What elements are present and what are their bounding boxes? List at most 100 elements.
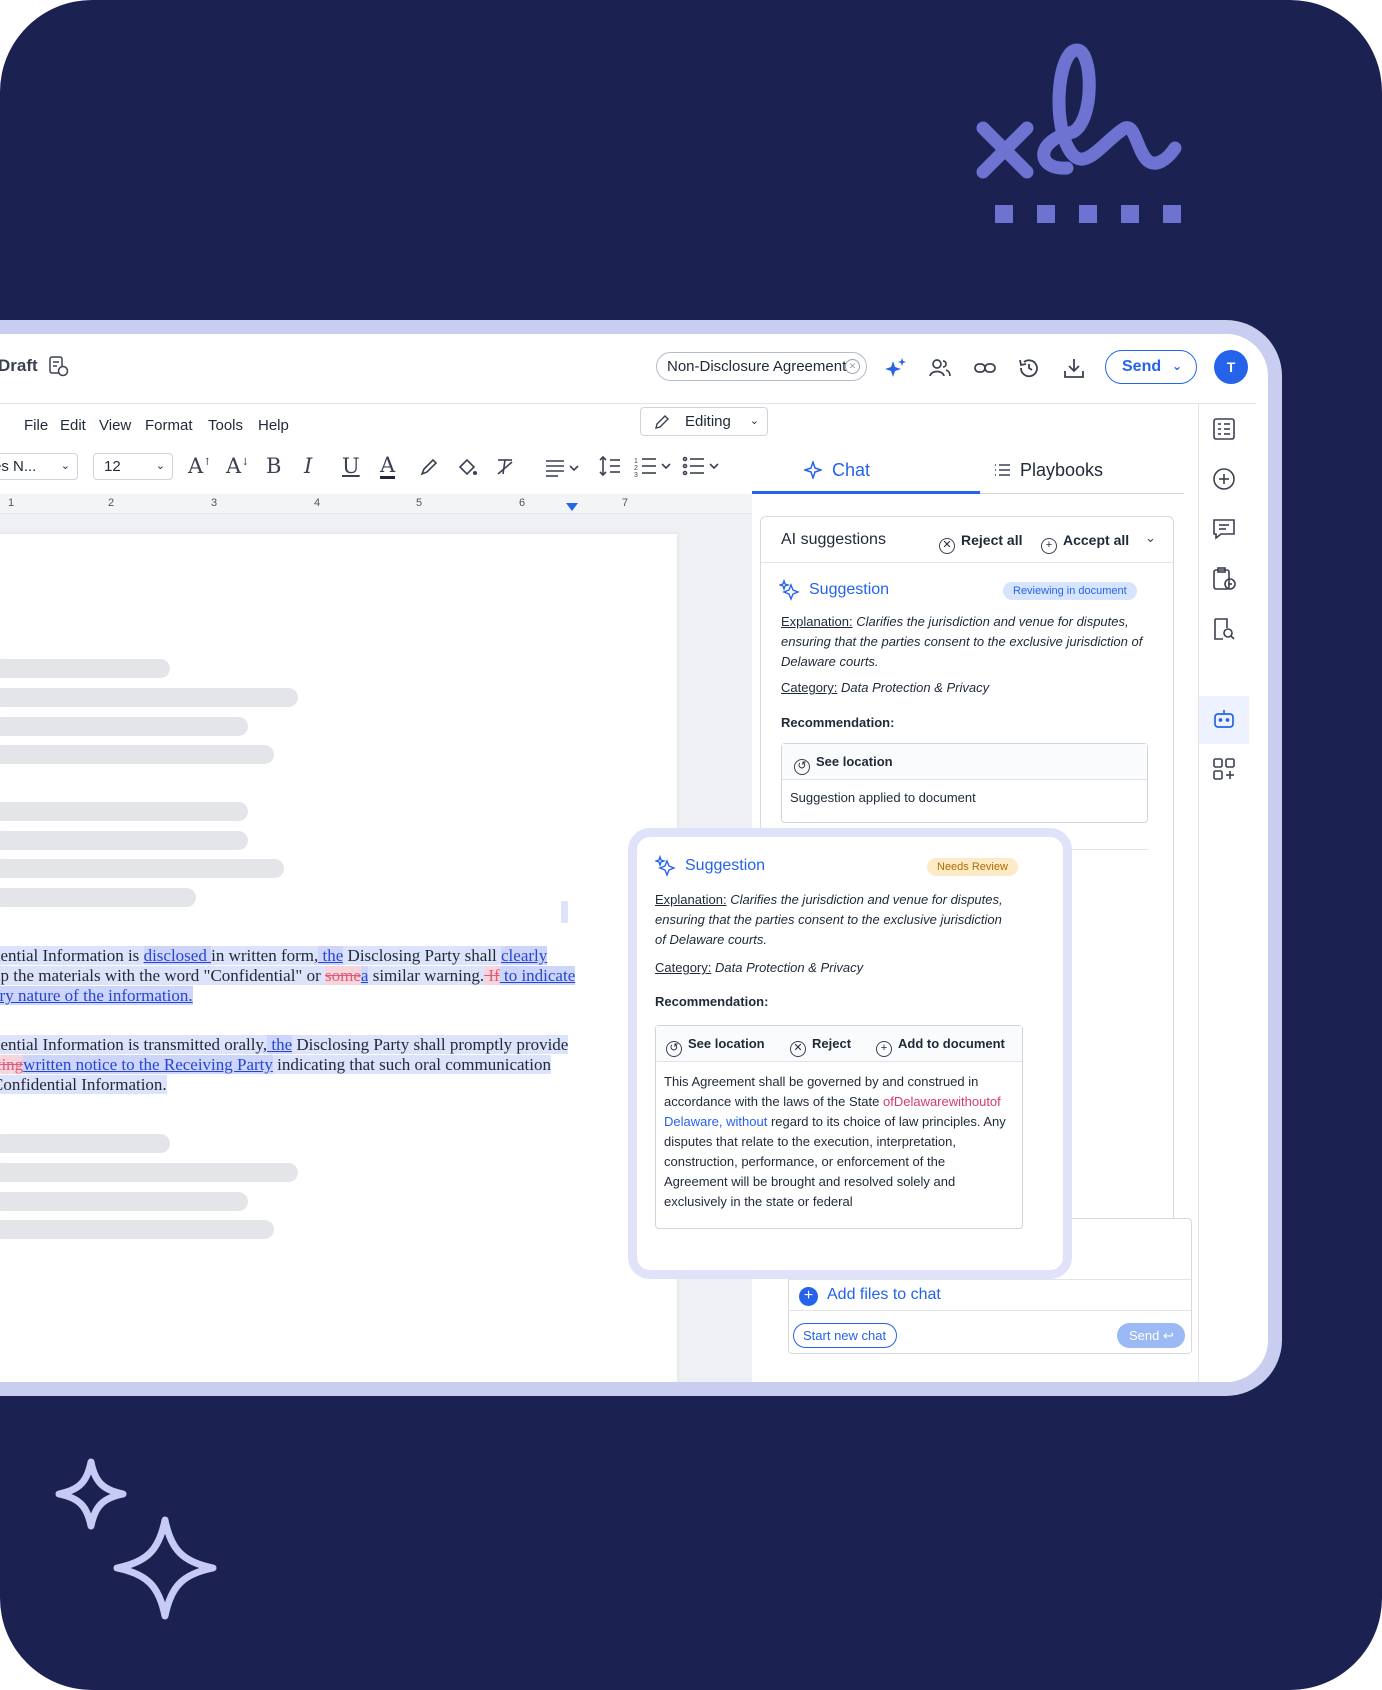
inserted-text: the [318, 946, 344, 965]
download-icon[interactable] [1062, 356, 1086, 380]
bullet-list-icon[interactable] [682, 455, 722, 477]
see-location-button[interactable]: ↺ See location [666, 1036, 765, 1057]
recommendation-label: Recommendation: [655, 994, 769, 1009]
underline-icon[interactable]: U [342, 454, 360, 478]
decrease-font-icon[interactable]: A↓ [226, 454, 250, 478]
highlighter-icon[interactable] [418, 456, 440, 478]
text-placeholder [0, 745, 274, 764]
text-placeholder [0, 859, 284, 878]
text-placeholder [0, 1220, 274, 1239]
format-toolbar: es N... ⌄ 12 ⌄ A↑ A↓ B I U A 123 [0, 446, 752, 486]
comment-icon[interactable] [1211, 516, 1237, 542]
text-run: Confidential Information. [0, 1075, 167, 1094]
explanation-label: Explanation: [781, 614, 853, 629]
draft-status-icon[interactable] [47, 355, 69, 377]
ruler-mark: 7 [622, 497, 629, 509]
text-run: np the materials with the word "Confiden… [0, 966, 326, 985]
chevron-down-icon[interactable]: ⌄ [1145, 530, 1156, 546]
send-button[interactable]: Send ⌄ [1105, 350, 1197, 384]
ruler-mark: 2 [108, 497, 115, 509]
see-location-button[interactable]: ↺ See location [794, 754, 893, 775]
ai-suggestions-header: AI suggestions ✕ Reject all + Accept all ⌄ [761, 517, 1173, 563]
ruler-mark: 3 [211, 497, 218, 509]
avatar[interactable]: T [1214, 350, 1248, 384]
italic-icon[interactable]: I [304, 454, 312, 478]
text-placeholder [0, 717, 248, 736]
accept-all-button[interactable]: + Accept all [1041, 532, 1129, 554]
ruler-mark: 1 [8, 497, 15, 509]
ruler[interactable]: 1 2 3 4 5 6 7 [0, 494, 752, 514]
menu-edit[interactable]: Edit [60, 417, 86, 434]
plus-circle-icon: + [876, 1041, 892, 1057]
start-new-chat-button[interactable]: Start new chat [793, 1323, 897, 1348]
pen-icon [655, 415, 669, 429]
link-icon[interactable] [973, 356, 997, 380]
bold-icon[interactable]: B [266, 454, 281, 478]
text-color-icon[interactable]: A [380, 454, 396, 479]
category-text: Data Protection & Privacy [715, 960, 864, 975]
history-icon[interactable] [1017, 356, 1041, 380]
sparkle-icon [804, 461, 822, 479]
users-icon[interactable] [928, 356, 952, 380]
document-view-icon[interactable] [1211, 416, 1237, 442]
inserted-text: ary nature of the information. [0, 986, 193, 1005]
see-location-label: See location [688, 1036, 765, 1051]
ruler-mark: 6 [519, 497, 526, 509]
indent-marker[interactable] [566, 503, 578, 511]
clear-format-icon[interactable] [494, 456, 516, 478]
text-placeholder [0, 659, 170, 678]
reject-button[interactable]: ✕ Reject [790, 1036, 851, 1057]
apps-icon[interactable] [1211, 756, 1237, 782]
increase-font-icon[interactable]: A↑ [188, 454, 212, 478]
text-run: indicating that such oral communication [272, 1055, 551, 1074]
document-name-pill[interactable]: Non-Disclosure Agreement ✕ [656, 352, 867, 381]
text-cursor [561, 901, 568, 923]
align-icon[interactable] [544, 456, 580, 478]
document-page[interactable]: dential Information is disclosed in writ… [0, 534, 677, 1382]
recommendation-label: Recommendation: [781, 715, 895, 730]
paragraph-orally[interactable]: dential Information is transmitted orall… [0, 1035, 592, 1095]
paragraph-written-form[interactable]: dential Information is disclosed in writ… [0, 946, 592, 1006]
line-spacing-icon[interactable] [598, 454, 622, 478]
editing-mode-select[interactable]: Editing ⌄ [640, 407, 768, 436]
close-icon[interactable]: ✕ [845, 359, 860, 374]
menu-help[interactable]: Help [258, 417, 289, 434]
location-icon: ↺ [666, 1041, 682, 1057]
plus-circle-icon: + [1041, 538, 1057, 554]
add-circle-icon[interactable] [1211, 466, 1237, 492]
deleted-text: If [484, 966, 500, 985]
add-to-document-button[interactable]: + Add to document [876, 1036, 1005, 1057]
tab-chat[interactable]: Chat [752, 446, 980, 494]
recommendation-box: ↺ See location Suggestion applied to docu… [781, 743, 1148, 823]
tab-playbooks[interactable]: Playbooks [980, 446, 1184, 494]
add-files-button[interactable]: + Add files to chat [789, 1279, 1191, 1311]
inserted-text: clearly [501, 946, 548, 965]
menu-tools[interactable]: Tools [208, 417, 243, 434]
text-run: in written form, [211, 946, 319, 965]
menu-format[interactable]: Format [145, 417, 193, 434]
paint-bucket-icon[interactable] [456, 456, 478, 478]
chat-send-button[interactable]: Send ↩ [1117, 1323, 1185, 1348]
font-family-value: es N... [0, 458, 37, 475]
numbered-list-icon[interactable]: 123 [634, 455, 672, 477]
document-search-icon[interactable] [1211, 616, 1237, 642]
tab-chat-label: Chat [832, 460, 871, 480]
font-family-select[interactable]: es N... ⌄ [0, 453, 78, 480]
menu-view[interactable]: View [99, 417, 131, 434]
sparkles-icon [55, 1458, 217, 1620]
enter-icon: ↩ [1163, 1328, 1174, 1343]
bot-icon[interactable] [1211, 706, 1237, 732]
explanation-label: Explanation: [655, 892, 727, 907]
plus-icon: + [799, 1287, 818, 1306]
ai-sparkle-icon [779, 579, 800, 601]
text-run: dential Information is [0, 946, 144, 965]
ai-sparkle-icon[interactable] [884, 356, 908, 380]
recommendation-actions: ↺ See location ✕ Reject + Add to document [656, 1026, 1022, 1062]
font-size-select[interactable]: 12 ⌄ [93, 453, 173, 480]
menu-file[interactable]: File [24, 417, 48, 434]
reject-all-button[interactable]: ✕ Reject all [939, 532, 1022, 554]
clipboard-export-icon[interactable] [1211, 566, 1237, 592]
chevron-down-icon: ⌄ [60, 460, 70, 472]
reject-all-label: Reject all [961, 532, 1023, 548]
svg-text:3: 3 [634, 472, 638, 477]
